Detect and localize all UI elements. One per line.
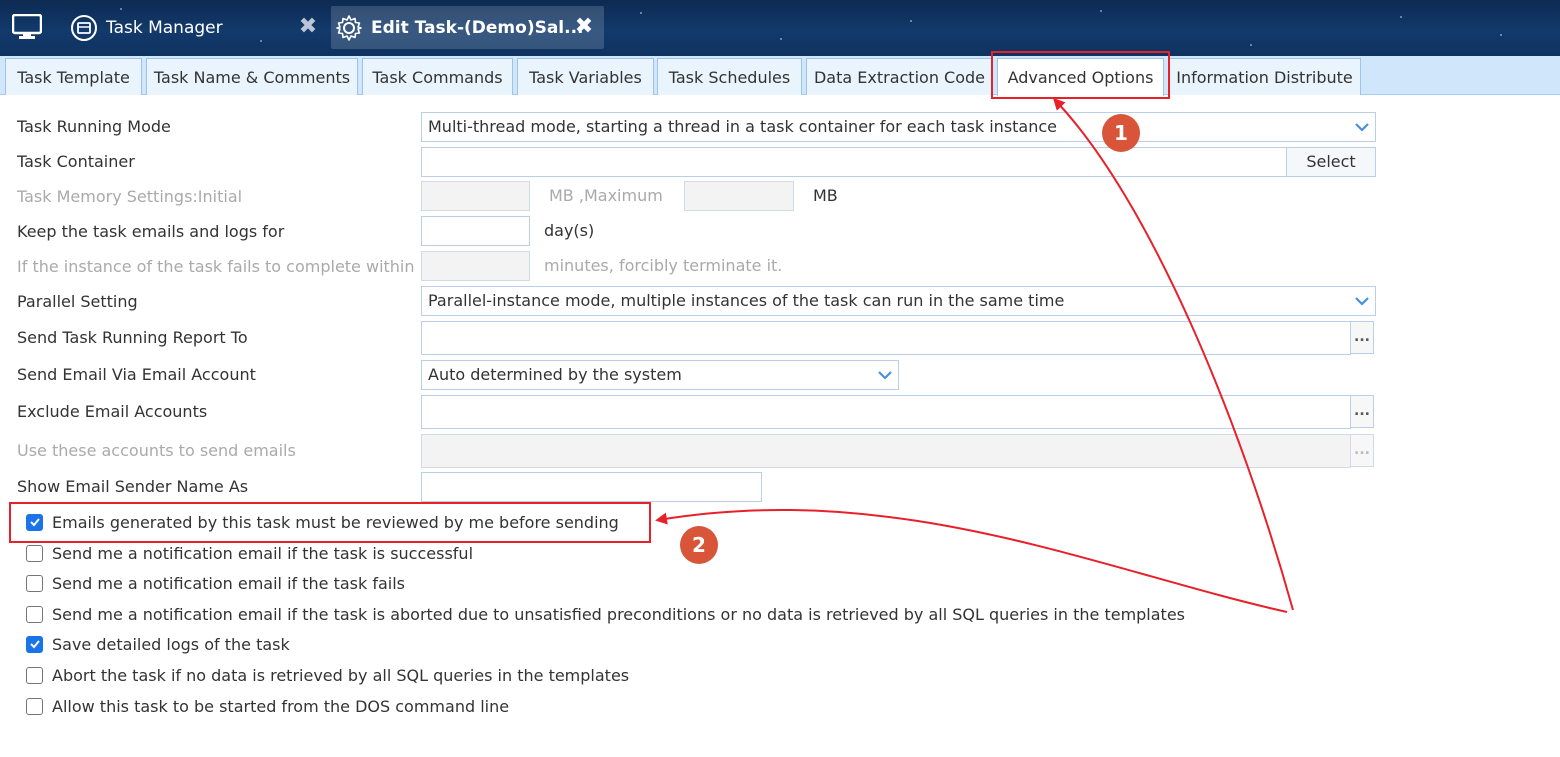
window-tab-bar: Task Manager ✖ Edit Task-(Demo)Sal... ✖ [0, 0, 1560, 56]
task-running-mode-select[interactable]: Multi-thread mode, starting a thread in … [421, 112, 1376, 142]
checkbox-label: Send me a notification email if the task… [52, 573, 405, 593]
memory-settings-label: Task Memory Settings:Initial [17, 187, 243, 206]
exclude-accounts-input[interactable] [421, 395, 1351, 429]
abort-no-data-checkbox-row[interactable]: Abort the task if no data is retrieved b… [26, 664, 629, 686]
save-logs-checkbox[interactable] [26, 635, 43, 653]
checkbox-label: Send me a notification email if the task… [52, 543, 474, 563]
tab-task-name-comments[interactable]: Task Name & Comments [146, 58, 358, 95]
tab-task-commands[interactable]: Task Commands [362, 58, 513, 95]
tab-information-distribute[interactable]: Information Distribute [1168, 58, 1361, 95]
tab-label: Task Name & Comments [153, 67, 351, 87]
background-star [910, 20, 912, 22]
tab-task-variables[interactable]: Task Variables [517, 58, 654, 95]
tab-label: Data Extraction Code [813, 67, 985, 87]
select-container-button[interactable]: Select [1286, 147, 1376, 177]
use-accounts-label: Use these accounts to send emails [17, 441, 296, 460]
checkbox-label: Abort the task if no data is retrieved b… [52, 665, 630, 685]
tab-label: Task Commands [372, 67, 503, 87]
annotation-badge-1: 1 [1102, 114, 1140, 152]
timeout-unit-text: minutes, forcibly terminate it. [544, 256, 783, 275]
task-manager-icon [71, 14, 97, 41]
use-accounts-input[interactable] [421, 434, 1351, 468]
tab-task-template[interactable]: Task Template [5, 58, 142, 95]
sender-name-label: Show Email Sender Name As [17, 477, 249, 496]
keep-days-input[interactable] [421, 216, 530, 246]
background-star [780, 38, 782, 40]
memory-initial-input[interactable] [421, 181, 530, 211]
tab-label: Information Distribute [1176, 67, 1353, 87]
window-tab-edit-task[interactable]: Edit Task-(Demo)Sal... ✖ [331, 6, 604, 49]
sender-name-input[interactable] [421, 472, 762, 502]
notify-success-checkbox[interactable] [26, 544, 43, 562]
keep-unit-text: day(s) [544, 221, 595, 240]
window-tab-task-manager[interactable]: Task Manager ✖ [66, 6, 328, 49]
close-icon[interactable]: ✖ [298, 16, 318, 38]
notify-aborted-checkbox[interactable] [26, 605, 43, 623]
send-report-label: Send Task Running Report To [17, 328, 248, 347]
window-tab-label: Edit Task-(Demo)Sal... [371, 17, 584, 38]
allow-dos-checkbox[interactable] [26, 697, 43, 715]
background-star [1100, 10, 1102, 12]
chevron-down-icon[interactable] [1349, 113, 1375, 141]
background-star [640, 12, 642, 14]
save-logs-checkbox-row[interactable]: Save detailed logs of the task [26, 633, 290, 655]
notify-success-checkbox-row[interactable]: Send me a notification email if the task… [26, 542, 473, 564]
task-running-mode-label: Task Running Mode [17, 117, 171, 136]
content-tab-strip: Task Template Task Name & Comments Task … [0, 56, 1560, 96]
allow-dos-checkbox-row[interactable]: Allow this task to be started from the D… [26, 695, 509, 717]
gear-icon [336, 14, 362, 41]
send-report-input[interactable] [421, 321, 1351, 355]
select-value: Parallel-instance mode, multiple instanc… [428, 291, 1065, 310]
tab-task-schedules[interactable]: Task Schedules [657, 58, 802, 95]
checkbox-label: Save detailed logs of the task [52, 634, 290, 654]
keep-logs-label: Keep the task emails and logs for [17, 222, 285, 241]
task-container-label: Task Container [17, 152, 135, 171]
memory-unit-text: MB [813, 186, 838, 205]
background-star [1400, 16, 1402, 18]
timeout-input[interactable] [421, 251, 530, 281]
tab-data-extraction-code[interactable]: Data Extraction Code [806, 58, 993, 95]
select-value: Multi-thread mode, starting a thread in … [428, 117, 1058, 136]
memory-mid-text: MB ,Maximum [549, 186, 663, 205]
annotation-box-advanced-options [991, 51, 1170, 99]
parallel-setting-label: Parallel Setting [17, 292, 138, 311]
chevron-down-icon[interactable] [872, 361, 898, 389]
email-account-label: Send Email Via Email Account [17, 365, 256, 384]
notify-fail-checkbox[interactable] [26, 574, 43, 592]
timeout-label: If the instance of the task fails to com… [17, 257, 415, 276]
annotation-box-review-emails [9, 502, 651, 543]
notify-aborted-checkbox-row[interactable]: Send me a notification email if the task… [26, 603, 1185, 625]
task-container-input[interactable] [421, 147, 1287, 177]
email-account-select[interactable]: Auto determined by the system [421, 360, 899, 390]
background-star [1250, 44, 1252, 46]
close-icon[interactable]: ✖ [574, 16, 594, 38]
window-tab-label: Task Manager [106, 17, 223, 38]
browse-use-accounts-button[interactable]: ... [1350, 434, 1374, 467]
browse-report-recipients-button[interactable]: ... [1350, 321, 1374, 354]
chevron-down-icon[interactable] [1349, 287, 1375, 315]
background-star [1500, 34, 1502, 36]
desktop-monitor-icon[interactable] [12, 14, 42, 40]
annotation-badge-2: 2 [680, 526, 718, 564]
memory-max-input[interactable] [684, 181, 794, 211]
annotation-arrow-2 [655, 509, 1288, 613]
parallel-setting-select[interactable]: Parallel-instance mode, multiple instanc… [421, 286, 1376, 316]
exclude-accounts-label: Exclude Email Accounts [17, 402, 208, 421]
select-value: Auto determined by the system [428, 365, 682, 384]
tab-label: Task Template [17, 67, 130, 87]
browse-exclude-accounts-button[interactable]: ... [1350, 395, 1374, 428]
checkbox-label: Allow this task to be started from the D… [52, 696, 510, 716]
notify-fail-checkbox-row[interactable]: Send me a notification email if the task… [26, 572, 405, 594]
checkbox-label: Send me a notification email if the task… [52, 604, 1186, 624]
tab-label: Task Variables [529, 67, 642, 87]
abort-no-data-checkbox[interactable] [26, 666, 43, 684]
tab-label: Task Schedules [668, 67, 791, 87]
